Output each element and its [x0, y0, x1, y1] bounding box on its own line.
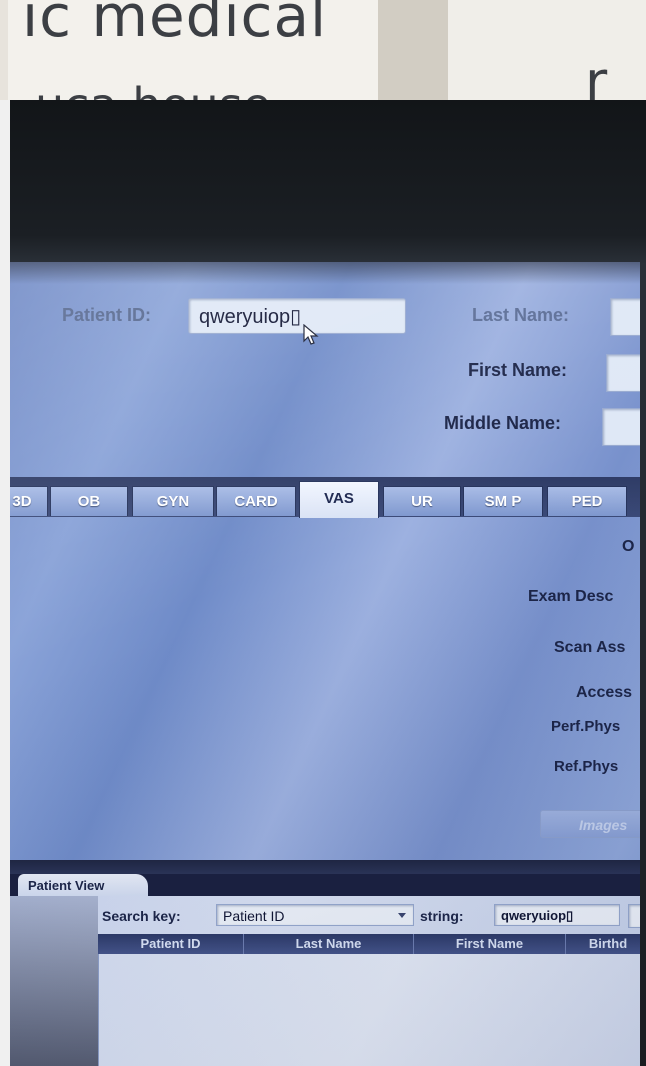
images-button[interactable]: Images	[540, 810, 640, 838]
perf-physician-label: Perf.Phys	[551, 718, 621, 735]
panel-divider	[10, 860, 640, 874]
ref-physician-label: Ref.Phys	[554, 758, 619, 775]
operator-label: O	[622, 538, 635, 555]
first-name-label: First Name:	[468, 360, 568, 380]
search-key-label: Search key:	[102, 908, 181, 924]
middle-name-field[interactable]	[602, 408, 640, 446]
tab-ped[interactable]: PED	[547, 486, 627, 516]
ultrasound-screen: Patient ID: qweryuiop▯ Last Name: First …	[10, 262, 640, 1066]
mouse-pointer-icon	[303, 324, 319, 345]
tab-smp[interactable]: SM P	[463, 486, 543, 516]
tab-ob[interactable]: OB	[50, 486, 128, 516]
tab-ur[interactable]: UR	[383, 486, 461, 516]
search-key-select[interactable]: Patient ID	[216, 904, 414, 926]
exam-description-label: Exam Desc	[528, 588, 614, 605]
chevron-down-icon[interactable]	[394, 908, 410, 922]
search-string-input[interactable]: qweryuiop▯	[494, 904, 620, 926]
screen-top-shadow	[10, 262, 640, 284]
bottom-left-shade	[10, 896, 98, 1066]
tab-vas[interactable]: VAS	[299, 481, 379, 518]
tab-3d[interactable]: 3D	[10, 486, 48, 516]
scan-assistant-label: Scan Ass	[554, 639, 626, 656]
patient-id-label: Patient ID:	[62, 305, 152, 325]
search-extra-button[interactable]	[628, 904, 640, 928]
column-header-birthdate[interactable]: Birthd	[566, 934, 640, 954]
tab-card[interactable]: CARD	[216, 486, 296, 516]
last-name-label: Last Name:	[472, 305, 570, 325]
tab-gyn[interactable]: GYN	[132, 486, 214, 516]
accession-label: Access	[576, 684, 633, 701]
column-header-last-name[interactable]: Last Name	[244, 934, 414, 954]
patient-table-body[interactable]	[98, 954, 640, 1066]
wall-sign-text: ic medical	[22, 0, 328, 50]
left-edge	[0, 100, 10, 1066]
column-header-patient-id[interactable]: Patient ID	[98, 934, 244, 954]
patient-id-field[interactable]: qweryuiop▯	[188, 298, 406, 334]
last-name-field[interactable]	[610, 298, 640, 336]
string-label: string:	[420, 908, 464, 924]
column-header-first-name[interactable]: First Name	[414, 934, 566, 954]
first-name-field[interactable]	[606, 354, 640, 392]
middle-name-label: Middle Name:	[444, 413, 562, 433]
tab-patient-view[interactable]: Patient View	[18, 874, 148, 898]
exam-panel	[10, 517, 640, 857]
